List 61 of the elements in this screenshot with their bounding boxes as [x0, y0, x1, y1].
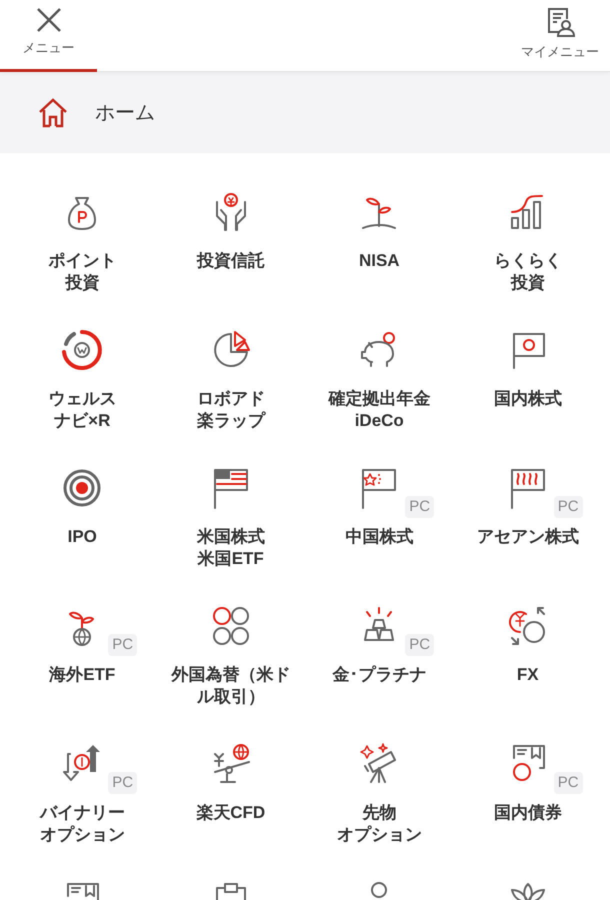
menu-item-label: ル取引）: [196, 686, 265, 708]
menu-item[interactable]: ロボアド 楽ラップ: [156, 308, 305, 446]
menu-item[interactable]: PC アセアン株式: [454, 446, 602, 584]
pc-tag: PC: [108, 772, 138, 794]
menu-item[interactable]: FX: [454, 584, 602, 722]
menu-item[interactable]: ウェルス ナビ×R: [8, 308, 156, 446]
menu-item-label: 外国為替（米ド: [171, 664, 290, 686]
menu-item-label: 米国ETF: [198, 548, 264, 570]
menu-item-label: 投資: [510, 272, 545, 294]
menu-item-label: ポイント: [48, 250, 116, 272]
menu-item[interactable]: 外国為替（米ド ル取引）: [156, 584, 305, 722]
menu-item-label: ロボアド: [196, 388, 265, 410]
menu-item[interactable]: 投資信託: [156, 170, 305, 308]
my-menu-tab[interactable]: マイメニュー: [510, 0, 610, 72]
menu-item-label: バイナリー: [40, 802, 125, 824]
menu-item[interactable]: PC 国内債券: [454, 722, 602, 860]
menu-item-label: 海外ETF: [49, 664, 116, 686]
pc-tag: PC: [108, 634, 138, 656]
menu-item-label: ナビ×R: [54, 410, 110, 432]
menu-item-label: アセアン株式: [476, 526, 579, 548]
close-icon: [34, 6, 62, 34]
menu-item[interactable]: らくらく 投資: [454, 170, 602, 308]
menu-item[interactable]: IPO: [8, 446, 156, 584]
menu-item-label: 投資信託: [196, 250, 265, 272]
menu-item-label: オプション: [40, 824, 125, 846]
pc-tag: PC: [554, 772, 583, 794]
menu-item-label: 楽ラップ: [196, 410, 265, 432]
menu-item[interactable]: 楽天CFD: [156, 722, 305, 860]
menu-item-label: 先物: [362, 802, 396, 824]
menu-item-label: FX: [516, 664, 539, 686]
pc-tag: PC: [405, 634, 434, 656]
home-row[interactable]: ホーム: [0, 72, 610, 153]
menu-item[interactable]: 確定拠出年金 iDeCo: [305, 308, 454, 446]
menu-item-label: 米国株式: [196, 526, 265, 548]
menu-item[interactable]: NISA: [305, 170, 454, 308]
menu-item[interactable]: PC 金･プラチナ: [305, 584, 454, 722]
menu-item[interactable]: ポイント 投資: [8, 170, 156, 308]
home-label: ホーム: [95, 100, 155, 126]
menu-item-label: IPO: [68, 526, 97, 548]
menu-item[interactable]: 米国株式 米国ETF: [156, 446, 305, 584]
menu-item-label: 投資: [65, 272, 100, 294]
menu-item-label: 国内債券: [494, 802, 562, 824]
menu-item[interactable]: 国内株式: [454, 308, 602, 446]
menu-item[interactable]: PC 中国株式: [305, 446, 454, 584]
menu-item-label: iDeCo: [354, 410, 404, 432]
ring-chart-icon: [60, 328, 104, 372]
menu-item-label: 金･プラチナ: [332, 664, 426, 686]
pc-tag: PC: [405, 496, 434, 518]
menu-item[interactable]: PC 海外ETF: [8, 584, 156, 722]
menu-item-label: 楽天CFD: [196, 802, 266, 824]
menu-item-label: らくらく: [494, 250, 562, 272]
menu-item-label: 確定拠出年金: [328, 388, 430, 410]
menu-item-label: 中国株式: [345, 526, 414, 548]
pc-tag: PC: [554, 496, 583, 518]
menu-item-label: NISA: [358, 250, 400, 272]
home-icon: [37, 96, 69, 128]
menu-item-label: 国内株式: [494, 388, 562, 410]
menu-item-label: ウェルス: [48, 388, 116, 410]
menu-item[interactable]: 先物 オプション: [305, 722, 454, 860]
menu-item-label: オプション: [336, 824, 422, 846]
menu-item[interactable]: PC バイナリー オプション: [8, 722, 156, 860]
